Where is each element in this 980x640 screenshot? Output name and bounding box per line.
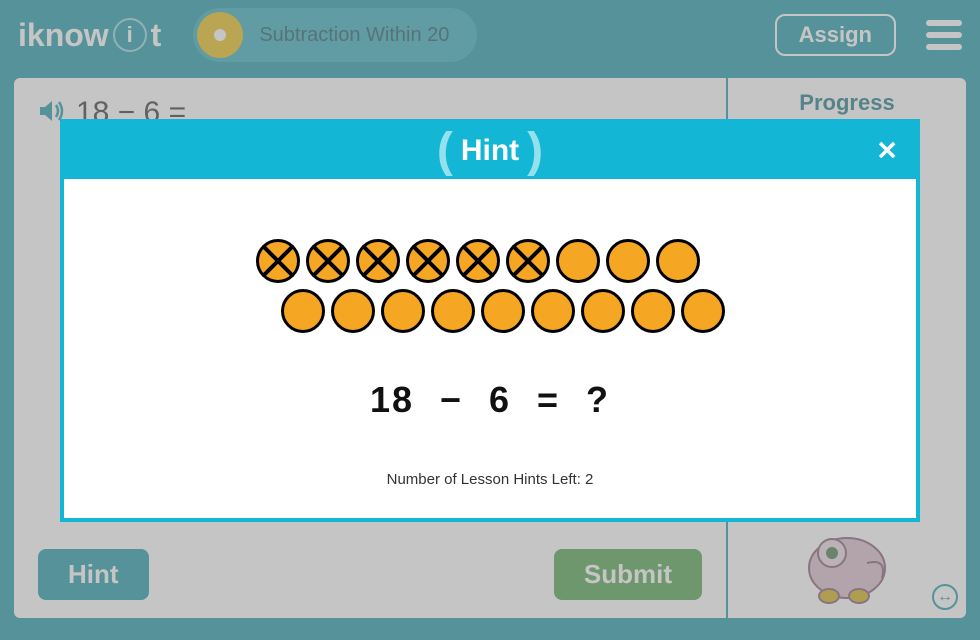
crossed-circle-icon — [506, 239, 550, 283]
circle-row-1 — [256, 239, 725, 283]
circle-icon — [606, 239, 650, 283]
circle-icon — [331, 289, 375, 333]
modal-header: ( Hint ) ✕ — [64, 123, 916, 179]
crossed-circle-icon — [256, 239, 300, 283]
modal-body: 18 − 6 = ? Number of Lesson Hints Left: … — [64, 179, 916, 518]
circle-icon — [431, 289, 475, 333]
paren-left-icon: ( — [429, 127, 461, 175]
crossed-circle-icon — [406, 239, 450, 283]
crossed-circle-icon — [306, 239, 350, 283]
circle-icon — [281, 289, 325, 333]
circle-icon — [381, 289, 425, 333]
paren-right-icon: ) — [519, 127, 551, 175]
circle-row-2 — [256, 289, 725, 333]
modal-overlay[interactable]: ( Hint ) ✕ 18 − 6 = ? Number of Lesson H… — [0, 0, 980, 640]
crossed-circle-icon — [456, 239, 500, 283]
circle-icon — [681, 289, 725, 333]
close-icon[interactable]: ✕ — [876, 135, 898, 166]
circle-icon — [581, 289, 625, 333]
circle-icon — [531, 289, 575, 333]
hint-modal: ( Hint ) ✕ 18 − 6 = ? Number of Lesson H… — [60, 119, 920, 522]
hints-remaining-text: Number of Lesson Hints Left: 2 — [104, 471, 876, 488]
hint-circles — [256, 239, 725, 339]
crossed-circle-icon — [356, 239, 400, 283]
modal-title: Hint — [461, 134, 519, 168]
circle-icon — [481, 289, 525, 333]
circle-icon — [631, 289, 675, 333]
circle-icon — [656, 239, 700, 283]
hint-equation: 18 − 6 = ? — [104, 379, 876, 421]
circle-icon — [556, 239, 600, 283]
